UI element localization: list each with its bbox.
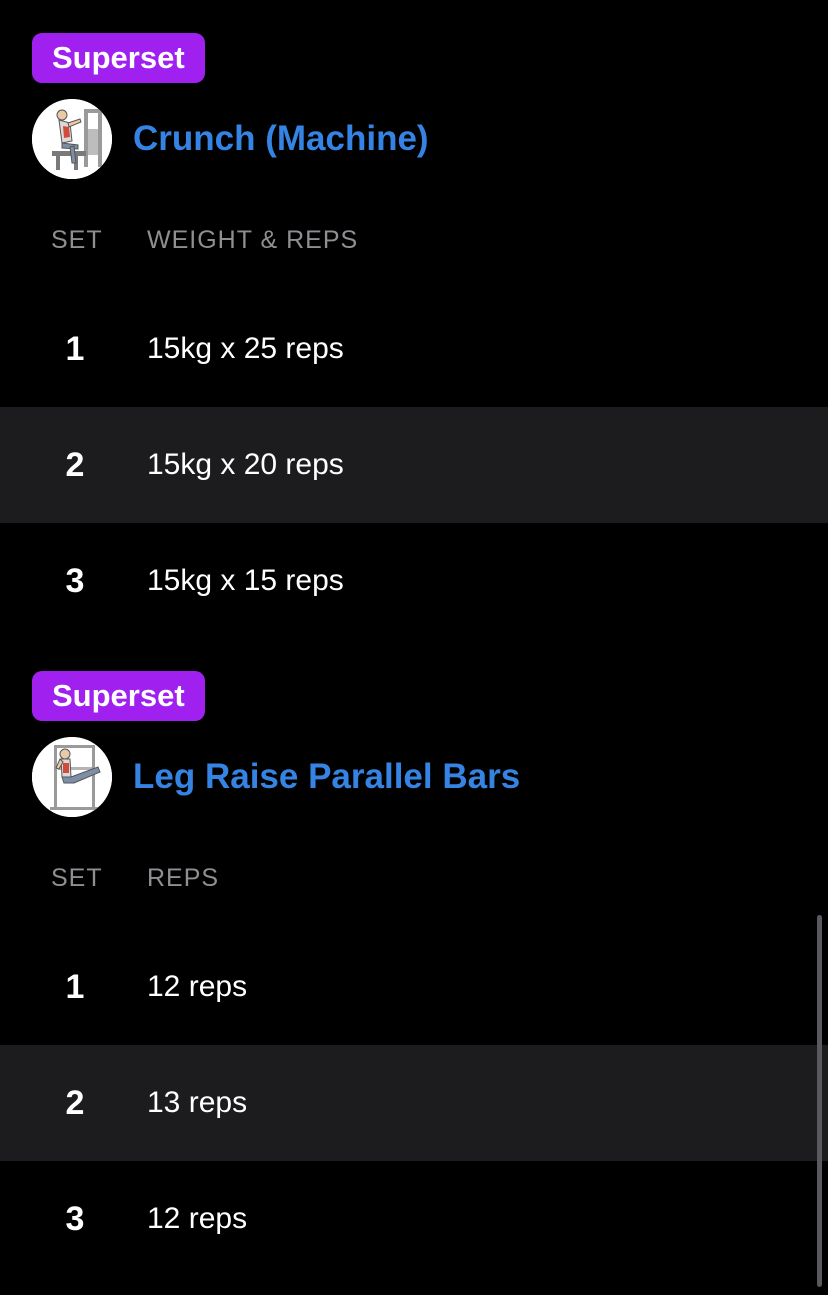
set-column-header: SET: [51, 864, 103, 892]
set-value: 15kg x 20 reps: [147, 448, 344, 481]
column-headers: SET WEIGHT & REPS: [0, 226, 828, 266]
exercise-title[interactable]: Leg Raise Parallel Bars: [133, 757, 520, 797]
set-number: 3: [65, 1200, 85, 1238]
superset-badge: Superset: [32, 671, 205, 721]
set-list: 1 12 reps 2 13 reps 3 12 reps: [0, 929, 828, 1277]
set-value: 12 reps: [147, 970, 248, 1003]
set-value: 15kg x 15 reps: [147, 564, 344, 597]
set-row: 2 15kg x 20 reps: [0, 407, 828, 523]
exercise-title[interactable]: Crunch (Machine): [133, 119, 429, 159]
weight-reps-column-header: WEIGHT & REPS: [147, 226, 359, 254]
set-row: 3 15kg x 15 reps: [0, 523, 828, 639]
exercise-header[interactable]: Leg Raise Parallel Bars: [32, 737, 520, 817]
set-row: 1 12 reps: [0, 929, 828, 1045]
set-value: 12 reps: [147, 1202, 248, 1235]
set-list: 1 15kg x 25 reps 2 15kg x 20 reps 3 15kg…: [0, 291, 828, 639]
exercise-header[interactable]: Crunch (Machine): [32, 99, 429, 179]
set-column-header: SET: [51, 226, 103, 254]
reps-column-header: REPS: [147, 864, 220, 892]
leg-raise-thumbnail-icon[interactable]: [32, 737, 112, 817]
set-value: 15kg x 25 reps: [147, 332, 344, 365]
set-value: 13 reps: [147, 1086, 248, 1119]
set-number: 3: [65, 562, 85, 600]
crunch-machine-thumbnail-icon[interactable]: [32, 99, 112, 179]
set-row: 3 12 reps: [0, 1161, 828, 1277]
column-headers: SET REPS: [0, 864, 828, 904]
set-number: 1: [65, 330, 85, 368]
set-row: 1 15kg x 25 reps: [0, 291, 828, 407]
set-number: 1: [65, 968, 85, 1006]
set-number: 2: [65, 446, 85, 484]
scrollbar[interactable]: [817, 915, 822, 1287]
set-number: 2: [65, 1084, 85, 1122]
set-row: 2 13 reps: [0, 1045, 828, 1161]
superset-badge: Superset: [32, 33, 205, 83]
